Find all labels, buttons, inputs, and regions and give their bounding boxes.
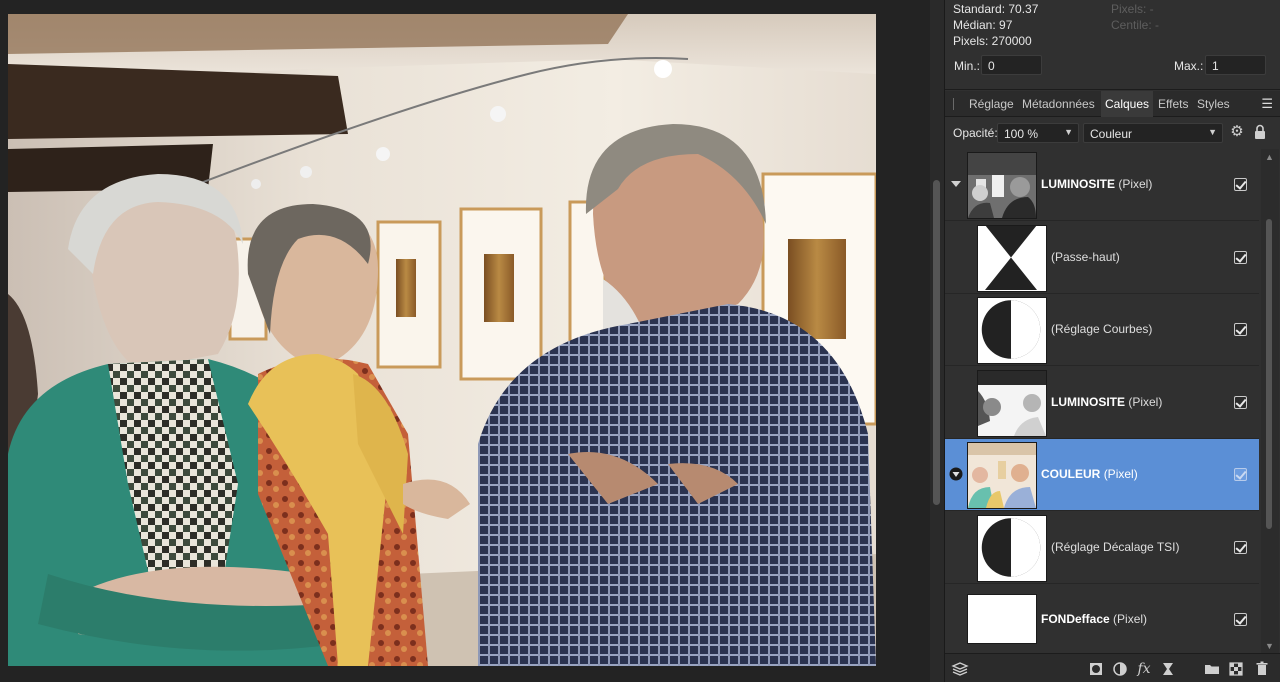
opacity-dropdown[interactable]: 100 % ▼ xyxy=(997,123,1079,143)
opacity-value: 100 % xyxy=(1004,127,1039,141)
layer-title: COULEUR xyxy=(1041,467,1101,481)
layer-type: (Réglage Décalage TSI) xyxy=(1051,540,1180,554)
layer-name: (Réglage Courbes) xyxy=(1051,322,1152,336)
layer-visibility-checkbox[interactable] xyxy=(1234,323,1247,336)
layer-title: LUMINOSITE xyxy=(1041,177,1115,191)
tab-separator xyxy=(953,98,954,110)
stat-median: Médian: 97 xyxy=(953,18,1013,32)
layer-visibility-checkbox[interactable] xyxy=(1234,251,1247,264)
document-canvas[interactable] xyxy=(0,0,930,682)
opacity-label: Opacité: xyxy=(953,126,998,140)
tab-styles[interactable]: Styles xyxy=(1193,91,1234,117)
group-folder-icon[interactable] xyxy=(1203,660,1221,678)
layer-options-row: Opacité: 100 % ▼ Couleur ▼ ⚙ xyxy=(945,117,1280,149)
mask-icon[interactable] xyxy=(1087,660,1105,678)
layer-row[interactable]: COULEUR (Pixel) xyxy=(945,439,1259,511)
chevron-down-icon: ▼ xyxy=(1064,127,1073,137)
layers-scrollbar-thumb[interactable] xyxy=(1266,219,1272,529)
layer-type: (Pixel) xyxy=(1118,177,1153,191)
stat-pixels-dim: Pixels: - xyxy=(1111,2,1154,16)
add-pixel-layer-icon[interactable] xyxy=(1227,660,1245,678)
layers-scrollbar[interactable]: ▲ ▼ xyxy=(1261,149,1279,653)
layer-row[interactable]: (Réglage Décalage TSI) xyxy=(945,512,1259,584)
stat-standard: Standard: 70.37 xyxy=(953,2,1039,16)
stat-centile-dim: Centile: - xyxy=(1111,18,1160,32)
layer-row[interactable]: FONDefface (Pixel) xyxy=(945,584,1259,653)
layer-name: COULEUR (Pixel) xyxy=(1041,467,1138,481)
layer-name: LUMINOSITE (Pixel) xyxy=(1041,177,1152,191)
tab-calques[interactable]: Calques xyxy=(1101,91,1154,117)
scroll-down-icon[interactable]: ▼ xyxy=(1265,641,1274,651)
min-input[interactable]: 0 xyxy=(981,55,1042,75)
max-input[interactable]: 1 xyxy=(1205,55,1266,75)
expand-toggle-icon[interactable] xyxy=(949,177,963,191)
gallery-photo[interactable] xyxy=(8,14,876,666)
layers-list[interactable]: LUMINOSITE (Pixel) (Passe-haut) (Réglage C… xyxy=(945,149,1259,653)
blend-mode-value: Couleur xyxy=(1090,127,1133,141)
layer-visibility-checkbox[interactable] xyxy=(1234,613,1247,626)
histogram-panel: Standard: 70.37 Médian: 97 Pixels: 27000… xyxy=(945,0,1280,90)
layer-visibility-checkbox[interactable] xyxy=(1234,178,1247,191)
layer-thumbnail[interactable] xyxy=(977,515,1047,582)
adjustment-icon[interactable] xyxy=(1111,660,1129,678)
layers-footer-toolbar: fx xyxy=(945,653,1280,682)
scroll-up-icon[interactable]: ▲ xyxy=(1265,152,1274,162)
live-filter-icon[interactable] xyxy=(1159,660,1177,678)
fx-icon[interactable]: fx xyxy=(1135,660,1153,678)
gear-icon[interactable]: ⚙ xyxy=(1229,124,1245,140)
layer-visibility-checkbox[interactable] xyxy=(1234,541,1247,554)
layer-name: (Réglage Décalage TSI) xyxy=(1051,540,1180,554)
layer-thumbnail[interactable] xyxy=(977,225,1047,292)
layer-type: (Passe-haut) xyxy=(1051,250,1120,264)
right-panel: Standard: 70.37 Médian: 97 Pixels: 27000… xyxy=(944,0,1280,682)
photo-image xyxy=(8,14,876,666)
adjustment-badge-icon xyxy=(981,518,1041,577)
layer-name: FONDefface (Pixel) xyxy=(1041,612,1147,626)
delete-icon[interactable] xyxy=(1253,660,1271,678)
panel-menu-icon[interactable]: ☰ xyxy=(1261,91,1273,117)
layer-title: FONDefface xyxy=(1041,612,1110,626)
affinity-photo-window: Standard: 70.37 Médian: 97 Pixels: 27000… xyxy=(0,0,1280,682)
tab-metadonnees[interactable]: Métadonnées xyxy=(1018,91,1099,117)
lock-icon[interactable] xyxy=(1253,124,1267,140)
layer-thumbnail[interactable] xyxy=(967,594,1037,644)
layer-type: (Pixel) xyxy=(1128,395,1163,409)
layer-thumbnail[interactable] xyxy=(977,297,1047,364)
layer-thumbnail[interactable] xyxy=(977,370,1047,437)
canvas-scrollbar-thumb[interactable] xyxy=(933,180,940,505)
layer-type: (Réglage Courbes) xyxy=(1051,322,1153,336)
tab-reglage[interactable]: Réglage xyxy=(965,91,1018,117)
layer-row[interactable]: (Réglage Courbes) xyxy=(945,294,1259,366)
adjustment-badge-icon xyxy=(981,300,1041,359)
stat-pixels: Pixels: 270000 xyxy=(953,34,1032,48)
chevron-down-icon: ▼ xyxy=(1208,127,1217,137)
layer-name: (Passe-haut) xyxy=(1051,250,1120,264)
layer-name: LUMINOSITE (Pixel) xyxy=(1051,395,1162,409)
layer-visibility-checkbox[interactable] xyxy=(1234,396,1247,409)
max-label: Max.: xyxy=(1174,59,1204,73)
blend-mode-dropdown[interactable]: Couleur ▼ xyxy=(1083,123,1223,143)
layer-type: (Pixel) xyxy=(1113,612,1148,626)
layer-type: (Pixel) xyxy=(1103,467,1138,481)
layer-thumbnail[interactable] xyxy=(967,152,1037,219)
expand-toggle-icon[interactable] xyxy=(949,467,963,481)
layers-stack-icon[interactable] xyxy=(951,660,969,678)
min-label: Min.: xyxy=(954,59,981,73)
tab-effets[interactable]: Effets xyxy=(1154,91,1192,117)
layer-row[interactable]: LUMINOSITE (Pixel) xyxy=(945,367,1259,439)
layer-title: LUMINOSITE xyxy=(1051,395,1125,409)
live-filter-badge-icon xyxy=(985,226,1037,290)
canvas-vertical-scrollbar[interactable] xyxy=(930,0,944,682)
layer-visibility-checkbox[interactable] xyxy=(1234,468,1247,481)
layer-row[interactable]: (Passe-haut) xyxy=(945,222,1259,294)
layer-row[interactable]: LUMINOSITE (Pixel) xyxy=(945,149,1259,221)
layer-thumbnail[interactable] xyxy=(967,442,1037,509)
panel-tabs: Réglage Métadonnées Calques Effets Style… xyxy=(945,91,1280,117)
